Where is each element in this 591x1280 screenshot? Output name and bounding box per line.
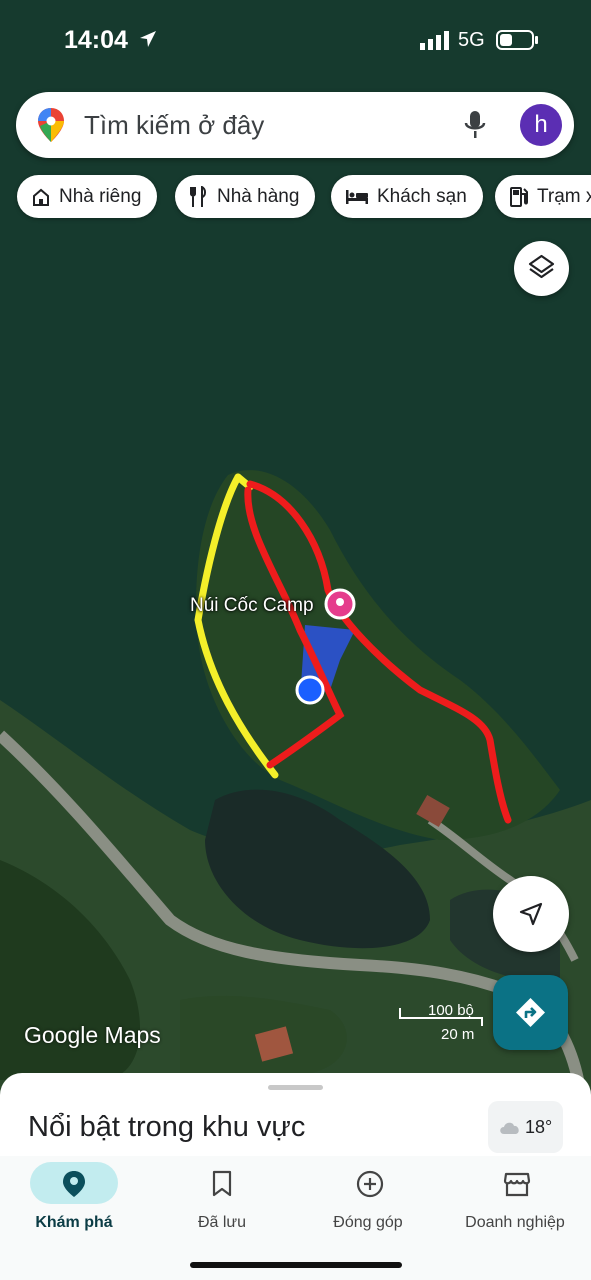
nav-explore[interactable]: Khám phá <box>0 1156 148 1256</box>
battery-icon <box>496 30 538 50</box>
chip-label: Nhà riêng <box>59 185 142 207</box>
chip-home[interactable]: Nhà riêng <box>17 175 158 218</box>
add-circle-icon <box>356 1170 384 1198</box>
search-input[interactable]: Tìm kiếm ở đây <box>84 110 264 141</box>
home-indicator[interactable] <box>190 1262 402 1268</box>
status-bar: 14:04 5G <box>0 0 591 80</box>
chip-gas-station[interactable]: Trạm x <box>495 175 591 218</box>
nav-label: Đóng góp <box>333 1214 403 1231</box>
sheet-title: Nổi bật trong khu vực <box>28 1111 306 1143</box>
directions-icon <box>516 998 545 1027</box>
chip-label: Trạm x <box>537 185 591 207</box>
navigation-arrow-icon <box>519 902 543 926</box>
location-arrow-icon <box>140 31 156 47</box>
microphone-icon[interactable] <box>464 110 486 140</box>
layers-icon <box>528 254 555 279</box>
chip-label: Nhà hàng <box>217 185 300 207</box>
restaurant-icon <box>190 185 206 207</box>
map-scale: 100 bộ 20 m <box>398 1000 484 1044</box>
nav-saved[interactable]: Đã lưu <box>148 1156 296 1256</box>
store-icon <box>503 1172 531 1197</box>
scale-metric: 20 m <box>441 1026 475 1043</box>
google-maps-attribution: Google Maps <box>24 1022 161 1048</box>
weather-badge[interactable]: 18° <box>488 1101 563 1153</box>
google-maps-pin-icon <box>38 108 64 142</box>
bookmark-icon <box>212 1170 232 1197</box>
directions-button[interactable] <box>493 975 568 1050</box>
gas-station-icon <box>510 186 528 207</box>
chip-hotel[interactable]: Khách sạn <box>331 175 483 218</box>
chip-label: Khách sạn <box>377 185 467 207</box>
nav-business[interactable]: Doanh nghiệp <box>441 1156 589 1256</box>
nav-label: Đã lưu <box>197 1214 247 1231</box>
search-bar[interactable]: Tìm kiếm ở đây h <box>16 92 574 158</box>
temperature: 18° <box>525 1117 553 1137</box>
explore-pin-icon <box>63 1171 85 1197</box>
nav-contribute[interactable]: Đóng góp <box>294 1156 442 1256</box>
nav-label: Doanh nghiệp <box>465 1214 565 1231</box>
place-label[interactable]: Núi Cốc Camp <box>190 595 314 617</box>
hotel-icon <box>346 189 368 204</box>
network-type: 5G <box>458 29 485 51</box>
nav-label: Khám phá <box>35 1214 113 1231</box>
signal-icon <box>420 31 449 50</box>
cloud-icon <box>500 1122 519 1134</box>
avatar[interactable]: h <box>520 104 562 146</box>
sheet-handle[interactable] <box>268 1085 323 1090</box>
chip-restaurant[interactable]: Nhà hàng <box>175 175 316 218</box>
status-time: 14:04 <box>64 26 128 54</box>
layers-button[interactable] <box>514 241 569 296</box>
my-location-button[interactable] <box>493 876 569 952</box>
scale-imperial: 100 bộ <box>428 1002 474 1019</box>
home-icon <box>33 188 49 206</box>
